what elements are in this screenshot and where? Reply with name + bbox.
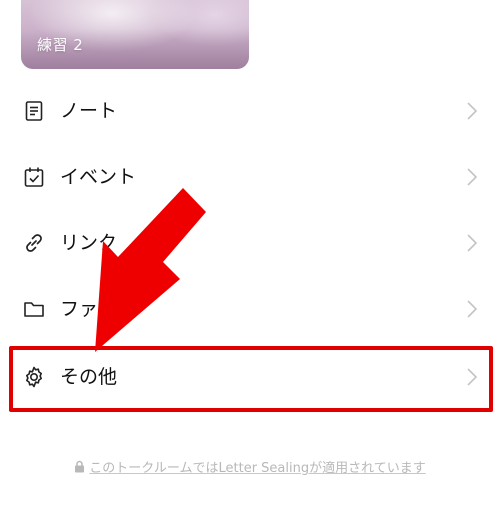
chevron-right-icon [466,367,478,387]
menu-item-link[interactable]: リンク [0,210,500,276]
lock-icon [74,460,85,473]
chevron-right-icon [466,101,478,121]
gear-icon [22,365,46,389]
link-icon [22,231,46,255]
menu-item-label: ノート [60,100,118,122]
chevron-right-icon [466,167,478,187]
menu-item-other[interactable]: その他 [0,344,500,410]
letter-sealing-note[interactable]: このトークルームではLetter Sealingが適用されています [0,457,500,476]
menu-item-label: その他 [60,366,118,388]
calendar-check-icon [22,165,46,189]
menu-item-note[interactable]: ノート [0,78,500,144]
folder-icon [22,297,46,321]
chevron-right-icon [466,233,478,253]
menu-item-event[interactable]: イベント [0,144,500,210]
album-card[interactable]: 練習 2 [21,0,249,69]
menu-item-file[interactable]: ファ [0,276,500,342]
chevron-right-icon [466,299,478,319]
menu-item-label: ファ [60,298,99,320]
letter-sealing-text[interactable]: このトークルームではLetter Sealingが適用されています [89,461,425,476]
note-icon [22,99,46,123]
album-label: 練習 2 [37,36,84,54]
menu-item-label: リンク [60,232,118,254]
menu-item-label: イベント [60,166,137,188]
